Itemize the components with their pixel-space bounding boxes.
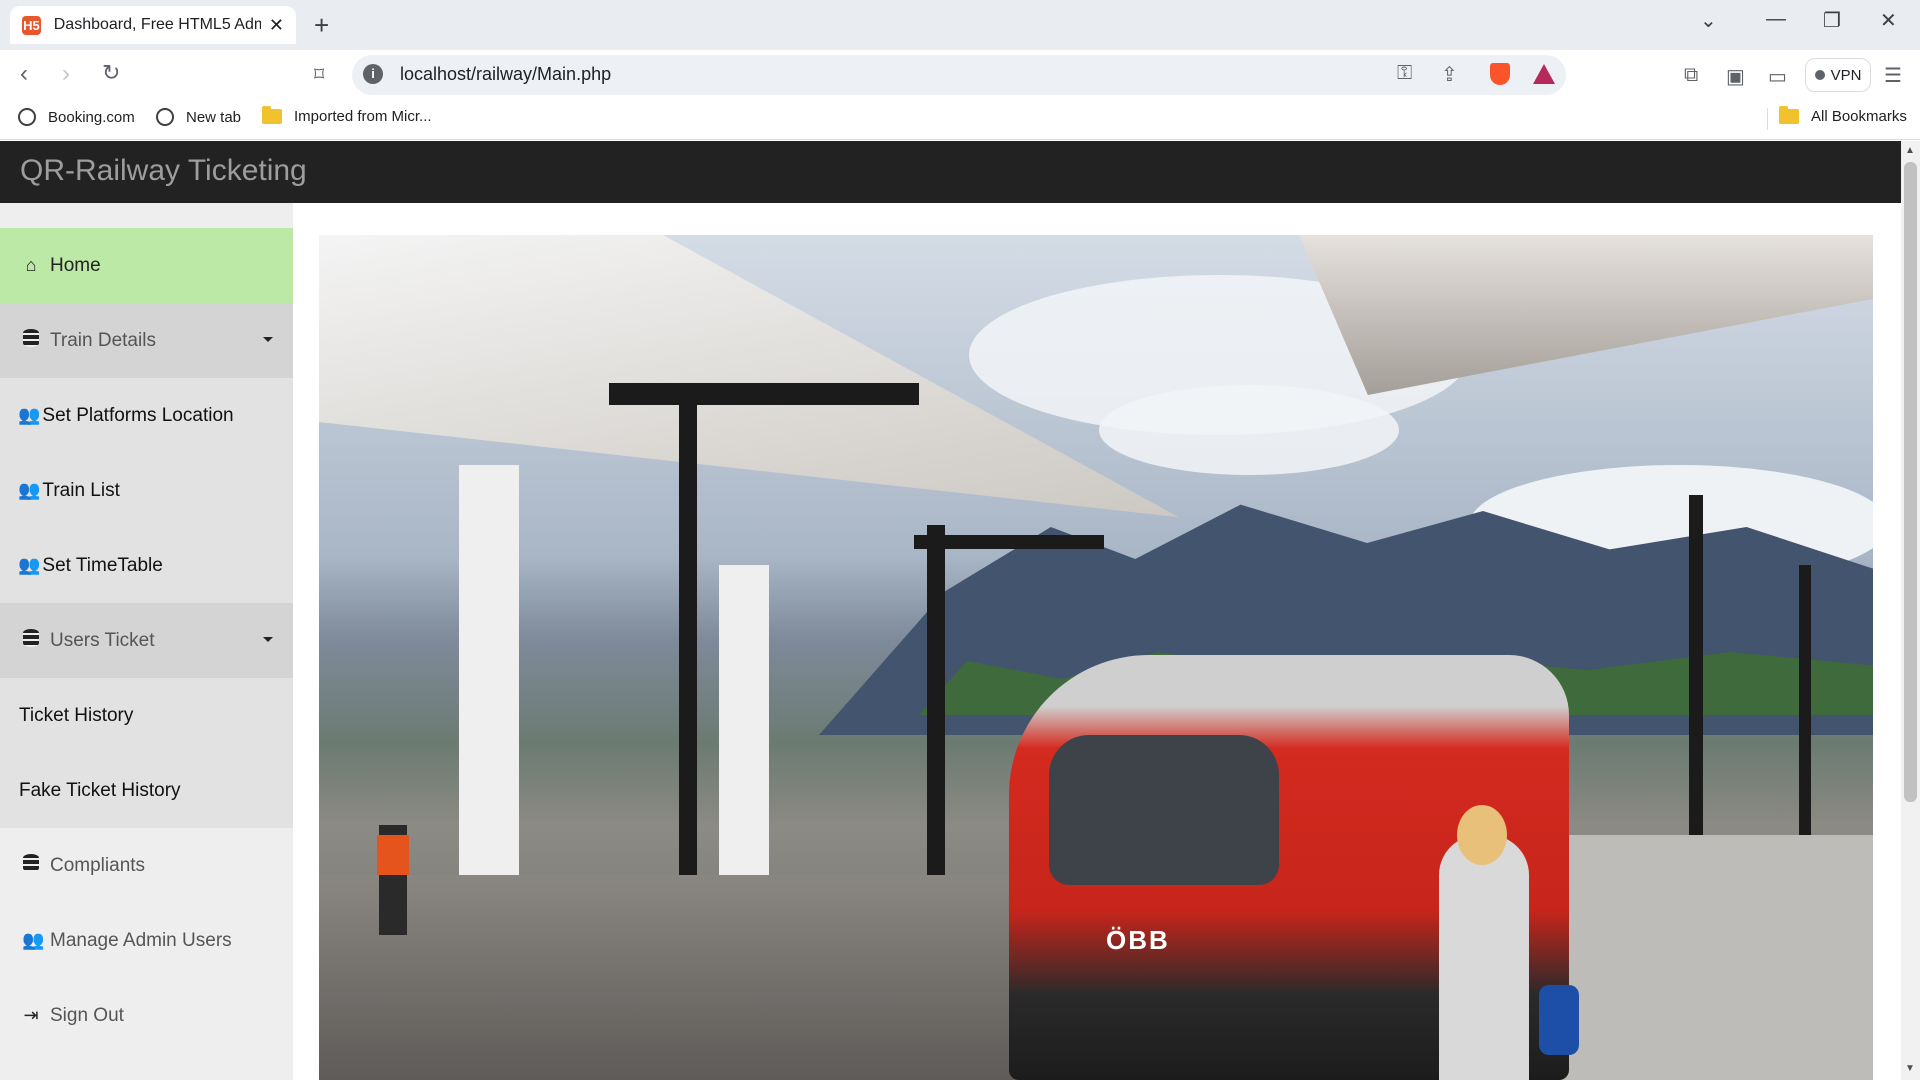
app-navbar: QR-Railway Ticketing [0,141,1901,203]
brave-rewards-icon[interactable] [1533,64,1555,84]
sidebar-item-label: Home [50,254,101,276]
database-icon [22,329,40,352]
tab-close-icon[interactable]: ✕ [269,15,284,36]
browser-tabstrip: H5 Dashboard, Free HTML5 Admin ✕ + ⌄ — ❐… [0,0,1920,50]
page-content: QR-Railway Ticketing ⌂ Home Train Detail… [0,141,1901,1080]
vpn-label: VPN [1830,66,1862,84]
bookmark-label: New tab [186,108,242,126]
bookmark-new-tab[interactable]: New tab [156,108,241,126]
caret-down-icon [263,637,273,642]
scroll-up-icon[interactable]: ▲ [1905,145,1915,156]
back-icon[interactable]: ‹ [20,60,28,88]
brand-title[interactable]: QR-Railway Ticketing [20,154,307,188]
restore-icon[interactable]: ❐ [1823,8,1841,33]
sidebar: ⌂ Home Train Details 👥 Set Platforms Loc… [0,203,293,1080]
minimize-icon[interactable]: — [1766,8,1786,31]
vpn-status-icon [1814,70,1825,80]
bookmarks-separator [1767,108,1768,130]
sidebar-item-label: Ticket History [19,704,134,726]
sidebar-item-label: Fake Ticket History [19,779,181,801]
vpn-button[interactable]: VPN [1805,58,1871,92]
menu-icon[interactable]: ☰ [1884,63,1902,88]
home-icon: ⌂ [25,255,37,275]
sidebar-item-home[interactable]: ⌂ Home [0,228,293,303]
sidebar-item-users-ticket[interactable]: Users Ticket [0,603,293,678]
sidebar-item-label: Manage Admin Users [50,929,232,951]
bookmark-icon[interactable]: ⌑ [314,62,324,87]
database-icon [22,629,40,652]
sidebar-item-label: Set Platforms Location [42,404,234,426]
sidebar-item-fake-ticket-history[interactable]: Fake Ticket History [0,753,293,828]
key-icon[interactable]: ⚿ [1397,62,1412,85]
bookmark-imported-folder[interactable]: Imported from Micr... [262,106,432,125]
extensions-icon[interactable]: ⧉ [1684,64,1698,87]
bookmark-label: Booking.com [48,108,135,126]
share-icon[interactable]: ⇪ [1441,62,1458,87]
new-tab-icon[interactable]: + [314,10,329,41]
hero-train-station-image: ÖBB [319,235,1873,1080]
sidebar-item-label: Sign Out [50,1004,124,1026]
folder-icon [262,106,282,124]
tab-search-chevron-icon[interactable]: ⌄ [1700,8,1717,33]
users-icon: 👥 [18,480,41,500]
sidebar-item-label: Users Ticket [50,629,155,651]
users-icon: 👥 [18,405,41,425]
bookmark-label: Imported from Micr... [294,108,432,125]
users-icon: 👥 [22,930,45,950]
brave-shields-icon[interactable] [1490,63,1510,85]
sidebar-item-train-details[interactable]: Train Details [0,303,293,378]
browser-tab[interactable]: H5 Dashboard, Free HTML5 Admin ✕ [10,6,296,44]
scrollbar-thumb[interactable] [1904,162,1917,802]
url-text[interactable]: localhost/railway/Main.php [400,64,611,85]
site-info-icon[interactable]: i [363,64,383,84]
sidebar-item-label: Train List [42,479,120,501]
globe-icon [156,108,174,126]
users-icon: 👥 [18,555,41,575]
sidebar-item-set-platforms-location[interactable]: 👥 Set Platforms Location [0,378,293,453]
html5-favicon-icon: H5 [22,15,41,35]
bookmark-label: All Bookmarks [1811,108,1907,125]
scroll-down-icon[interactable]: ▼ [1905,1063,1915,1074]
bookmark-booking[interactable]: Booking.com [18,108,135,126]
sign-out-icon: ⇥ [23,1005,39,1025]
sidebar-item-ticket-history[interactable]: Ticket History [0,678,293,753]
train-logo: ÖBB [1106,925,1170,955]
sidebar-item-label: Set TimeTable [42,554,163,576]
sidebar-item-sign-out[interactable]: ⇥ Sign Out [0,978,293,1053]
sidebar-item-label: Compliants [50,854,146,876]
folder-icon [1779,106,1799,124]
wallet-icon[interactable]: ▭ [1768,64,1787,89]
sidebar-item-set-timetable[interactable]: 👥 Set TimeTable [0,528,293,603]
tab-title: Dashboard, Free HTML5 Admin [53,16,261,33]
database-icon [22,854,40,877]
sidebar-item-manage-admin-users[interactable]: 👥 Manage Admin Users [0,903,293,978]
all-bookmarks-folder[interactable]: All Bookmarks [1779,106,1907,125]
sidebar-item-train-list[interactable]: 👥 Train List [0,453,293,528]
globe-icon [18,108,36,126]
forward-icon[interactable]: › [62,60,70,88]
reload-icon[interactable]: ↻ [102,60,120,86]
sidebar-item-compliants[interactable]: Compliants [0,828,293,903]
caret-down-icon [263,337,273,342]
sidebar-toggle-icon[interactable]: ▣ [1726,64,1745,89]
window-close-icon[interactable]: ✕ [1880,8,1897,33]
sidebar-item-label: Train Details [50,329,156,351]
